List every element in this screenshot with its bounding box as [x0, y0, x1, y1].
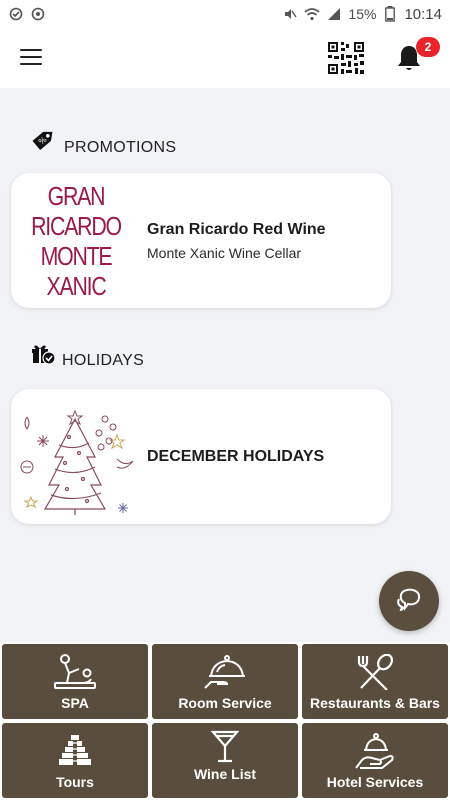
chat-bubble-icon [396, 587, 422, 616]
fork-spoon-icon [355, 644, 395, 695]
tile-hotel-services[interactable]: Hotel Services [302, 723, 448, 798]
pyramid-icon [55, 723, 95, 774]
battery-percent: 15% [348, 6, 377, 22]
qr-code-icon[interactable] [328, 42, 364, 74]
concierge-hand-icon [354, 723, 396, 774]
massage-icon [53, 644, 97, 695]
wine-logo: GRAN RICARDO MONTE XANIC [11, 173, 141, 308]
sync-icon [30, 6, 46, 22]
chat-button[interactable] [379, 571, 439, 631]
tile-spa[interactable]: SPA [2, 644, 148, 719]
logo-line-1: GRAN RICARDO [31, 180, 122, 241]
tile-wine-list[interactable]: Wine List [152, 723, 298, 798]
notification-badge: 2 [416, 37, 440, 57]
app-header: 2 [0, 28, 450, 88]
tile-restaurants-bars[interactable]: Restaurants & Bars [302, 644, 448, 719]
tag-icon: % [30, 126, 58, 157]
tile-label-restaurants-bars: Restaurants & Bars [310, 695, 440, 711]
holiday-card[interactable]: DECEMBER HOLIDAYS [11, 389, 391, 524]
holiday-title: DECEMBER HOLIDAYS [147, 447, 325, 465]
tile-label-spa: SPA [61, 695, 89, 711]
promotion-card[interactable]: GRAN RICARDO MONTE XANIC Gran Ricardo Re… [11, 173, 391, 308]
christmas-tree-image [11, 389, 141, 524]
promotion-subtitle: Monte Xanic Wine Cellar [147, 244, 302, 261]
signal-icon [326, 6, 342, 22]
cloche-icon [203, 644, 247, 695]
tile-label-wine-list: Wine List [193, 766, 257, 782]
holidays-heading: HOLIDAYS [30, 343, 144, 370]
wifi-icon [304, 6, 320, 22]
wine-glass-icon [210, 723, 240, 766]
promotions-title: PROMOTIONS [64, 139, 177, 156]
logo-line-2: MONTE XANIC [40, 240, 113, 301]
clock: 10:14 [404, 5, 442, 23]
tile-label-hotel-services: Hotel Services [326, 774, 424, 790]
holidays-title: HOLIDAYS [62, 352, 145, 369]
tile-tours[interactable]: Tours [2, 723, 148, 798]
hamburger-menu-icon[interactable] [20, 49, 42, 65]
tile-label-tours: Tours [56, 774, 94, 790]
promotion-title: Gran Ricardo Red Wine [147, 220, 326, 238]
tile-room-service[interactable]: Room Service [152, 644, 298, 719]
mute-icon [282, 6, 298, 22]
status-bar: 15% 10:14 [0, 0, 450, 28]
promotions-heading: % PROMOTIONS [30, 126, 176, 157]
gift-icon [30, 343, 56, 370]
battery-icon [382, 6, 398, 22]
services-menu: SPA Room Service Restaurants & Bars Tour… [0, 642, 450, 800]
activity-icon [8, 6, 24, 22]
tile-label-room-service: Room Service [178, 695, 272, 711]
